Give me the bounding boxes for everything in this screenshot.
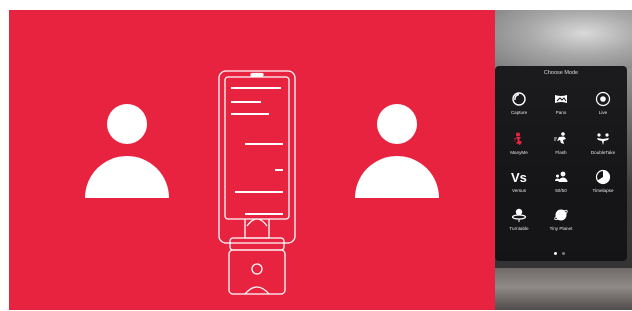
mode-fifty-fifty[interactable]: 50/50	[539, 168, 583, 204]
mode-manyme[interactable]: ManyMe	[497, 130, 541, 166]
mode-capture[interactable]: Capture	[497, 90, 541, 126]
flash-icon	[552, 130, 570, 148]
capture-icon	[510, 90, 528, 108]
mode-label: Live	[598, 110, 608, 115]
mode-label: 50/50	[555, 188, 567, 193]
tiny-planet-icon	[552, 206, 570, 224]
pano-icon	[552, 90, 570, 108]
mode-doubletake[interactable]: DoubleTake	[581, 130, 625, 166]
person-left-icon	[85, 104, 169, 198]
page-dot-active[interactable]	[554, 252, 557, 255]
mode-versus[interactable]: Vs Versus	[497, 168, 541, 204]
sheet-title: Choose Mode	[543, 70, 579, 76]
page-dot-inactive[interactable]	[562, 252, 565, 255]
person-right-icon	[355, 104, 439, 198]
choose-mode-sheet: Choose Mode Capture Pano Live ManyMe Fla…	[495, 66, 627, 261]
preview-blur-bottom	[495, 268, 632, 310]
mode-label: DoubleTake	[590, 150, 616, 155]
svg-text:Vs: Vs	[511, 170, 527, 185]
mode-label: Timelapse	[592, 188, 614, 193]
manyme-icon	[510, 130, 528, 148]
mode-label: Pano	[555, 110, 567, 115]
mode-timelapse[interactable]: Timelapse	[581, 168, 625, 204]
fifty-fifty-icon	[552, 168, 570, 186]
mode-live[interactable]: Live	[581, 90, 625, 126]
mode-label: ManyMe	[510, 150, 528, 155]
mode-label: Tiny Planet	[549, 226, 573, 231]
mode-tiny-planet[interactable]: Tiny Planet	[539, 206, 583, 242]
mode-label: Capture	[510, 110, 528, 115]
mode-flash[interactable]: Flash	[539, 130, 583, 166]
preview-blur-top	[495, 10, 632, 68]
mode-turntable[interactable]: Turntable	[497, 206, 541, 242]
doubletake-icon	[594, 130, 612, 148]
live-icon	[594, 90, 612, 108]
page-indicator[interactable]	[551, 252, 571, 256]
versus-icon: Vs	[510, 168, 528, 186]
mode-pano[interactable]: Pano	[539, 90, 583, 126]
phone-on-gimbal-illustration	[218, 70, 296, 295]
timelapse-icon	[594, 168, 612, 186]
turntable-icon	[510, 206, 528, 224]
mode-label: Flash	[555, 150, 567, 155]
illustration-panel	[9, 10, 495, 310]
mode-label: Versus	[511, 188, 527, 193]
illustration-svg	[85, 70, 439, 295]
mode-label: Turntable	[509, 226, 529, 231]
